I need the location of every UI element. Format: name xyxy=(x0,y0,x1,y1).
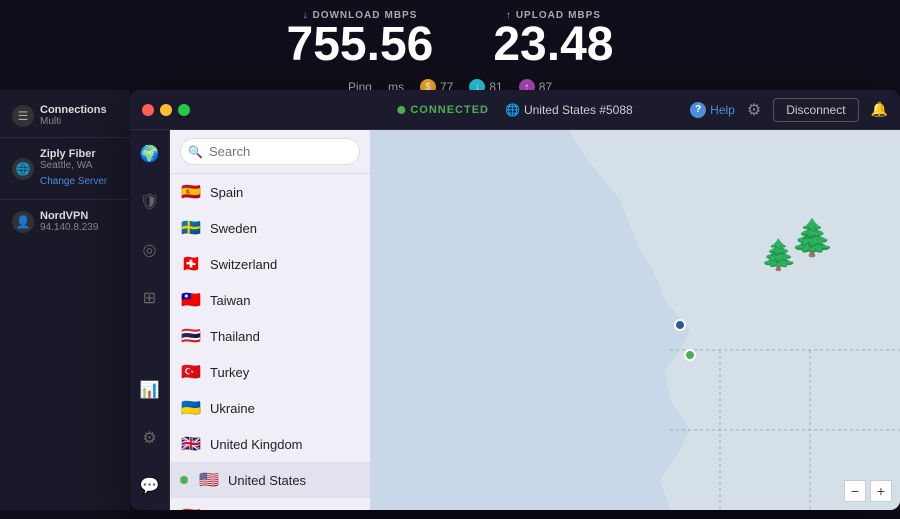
help-icon: ? xyxy=(690,102,706,118)
server-item[interactable]: 🇺🇦 Ukraine xyxy=(170,390,370,426)
country-name: Thailand xyxy=(210,329,260,344)
server-item[interactable]: 🇹🇼 Taiwan xyxy=(170,282,370,318)
upload-block: ↑ UPLOAD Mbps 23.48 xyxy=(493,10,613,69)
nav-help-icon[interactable]: 💬 xyxy=(136,472,164,500)
country-name: Turkey xyxy=(210,365,249,380)
server-panel: 🔍 🇪🇸 Spain 🇸🇪 Sweden 🇨🇭 Switzerland 🇹🇼 Taiwan 🇹🇭… xyxy=(170,130,370,510)
country-flag: 🇬🇧 xyxy=(180,433,202,455)
isp-sub: Seattle, WA xyxy=(40,160,107,171)
title-bar-center: CONNECTED 🌐 United States #5088 xyxy=(397,103,632,117)
traffic-lights xyxy=(142,104,190,116)
country-flag: 🇹🇼 xyxy=(180,289,202,311)
map-area: 🌲 🌲 − + xyxy=(370,130,900,510)
vpn-info: NordVPN 94.140.8.239 xyxy=(40,210,98,233)
country-name: Taiwan xyxy=(210,293,250,308)
connected-text: CONNECTED xyxy=(410,104,489,116)
nav-chart-icon[interactable]: 📊 xyxy=(136,376,164,404)
country-name: Vietnam xyxy=(210,509,257,511)
upload-value: 23.48 xyxy=(493,21,613,69)
search-wrapper: 🔍 xyxy=(180,138,360,165)
bell-icon[interactable]: 🔔 xyxy=(871,101,888,118)
change-server-link[interactable]: Change Server xyxy=(40,176,107,187)
vpn-label: NordVPN xyxy=(40,210,98,222)
connections-icon: ☰ xyxy=(12,105,34,127)
close-button[interactable] xyxy=(142,104,154,116)
nav-layers-icon[interactable]: ⊞ xyxy=(136,284,164,312)
help-button[interactable]: ? Help xyxy=(690,102,735,118)
nav-world-icon[interactable]: 🌍 xyxy=(136,140,164,168)
connections-label: Connections xyxy=(40,104,107,116)
nav-target-icon[interactable]: ◎ xyxy=(136,236,164,264)
country-flag: 🇸🇪 xyxy=(180,217,202,239)
isp-item[interactable]: 🌐 Ziply Fiber Seattle, WA Change Server xyxy=(0,142,130,195)
vpn-window: CONNECTED 🌐 United States #5088 ? Help ⚙… xyxy=(130,90,900,510)
server-list: 🇪🇸 Spain 🇸🇪 Sweden 🇨🇭 Switzerland 🇹🇼 Taiwan 🇹🇭 Th… xyxy=(170,174,370,510)
zoom-in-button[interactable]: + xyxy=(870,480,892,502)
globe-icon: 🌐 xyxy=(12,158,34,180)
globe-icon-small: 🌐 xyxy=(505,103,520,117)
connected-dot xyxy=(397,106,405,114)
country-name: Switzerland xyxy=(210,257,277,272)
nav-gear-icon[interactable]: ⚙ xyxy=(136,424,164,452)
map-pin-green xyxy=(685,350,695,360)
country-flag: 🇹🇷 xyxy=(180,361,202,383)
server-item[interactable]: 🇻🇳 Vietnam xyxy=(170,498,370,510)
server-item[interactable]: 🇸🇪 Sweden xyxy=(170,210,370,246)
isp-info: Ziply Fiber Seattle, WA Change Server xyxy=(40,148,107,189)
connected-badge: CONNECTED xyxy=(397,104,489,116)
country-name: United Kingdom xyxy=(210,437,303,452)
search-magnifier-icon: 🔍 xyxy=(188,145,203,159)
speed-row: ↓ DOWNLOAD Mbps 755.56 ↑ UPLOAD Mbps 23.… xyxy=(287,10,614,69)
disconnect-button[interactable]: Disconnect xyxy=(773,98,858,122)
connections-info: Connections Multi xyxy=(40,104,107,127)
search-input[interactable] xyxy=(180,138,360,165)
server-item[interactable]: 🇺🇸 United States xyxy=(170,462,370,498)
vpn-ip: 94.140.8.239 xyxy=(40,222,98,233)
country-name: Ukraine xyxy=(210,401,255,416)
country-name: Spain xyxy=(210,185,243,200)
zoom-out-button[interactable]: − xyxy=(844,480,866,502)
country-flag: 🇺🇸 xyxy=(198,469,220,491)
settings-icon[interactable]: ⚙ xyxy=(747,100,761,120)
minimize-button[interactable] xyxy=(160,104,172,116)
connections-item[interactable]: ☰ Connections Multi xyxy=(0,98,130,133)
main-content: 🌍 🛡 ◎ ⊞ 📊 ⚙ 💬 🔍 🇪🇸 Spain 🇸🇪 Sweden 🇨🇭 Switzer… xyxy=(130,130,900,510)
country-flag: 🇻🇳 xyxy=(180,505,202,510)
map-controls: − + xyxy=(844,480,892,502)
server-name-text: United States #5088 xyxy=(524,103,633,117)
user-icon: 👤 xyxy=(12,211,34,233)
server-item[interactable]: 🇹🇭 Thailand xyxy=(170,318,370,354)
country-flag: 🇨🇭 xyxy=(180,253,202,275)
country-name: United States xyxy=(228,473,306,488)
server-item[interactable]: 🇨🇭 Switzerland xyxy=(170,246,370,282)
active-indicator xyxy=(180,476,188,484)
country-flag: 🇹🇭 xyxy=(180,325,202,347)
server-item[interactable]: 🇬🇧 United Kingdom xyxy=(170,426,370,462)
map-pin-blue xyxy=(675,320,685,330)
map-svg: 🌲 🌲 xyxy=(370,130,900,510)
isp-label: Ziply Fiber xyxy=(40,148,107,160)
server-item[interactable]: 🇪🇸 Spain xyxy=(170,174,370,210)
icon-nav: 🌍 🛡 ◎ ⊞ 📊 ⚙ 💬 xyxy=(130,130,170,510)
tree-icon-2: 🌲 xyxy=(790,217,835,258)
nav-shield-icon[interactable]: 🛡 xyxy=(136,188,164,216)
title-bar: CONNECTED 🌐 United States #5088 ? Help ⚙… xyxy=(130,90,900,130)
country-name: Sweden xyxy=(210,221,257,236)
title-bar-right: ? Help ⚙ Disconnect 🔔 xyxy=(690,98,888,122)
download-block: ↓ DOWNLOAD Mbps 755.56 xyxy=(287,10,434,69)
help-text: Help xyxy=(710,103,735,117)
connections-sub: Multi xyxy=(40,116,107,127)
server-name-display: 🌐 United States #5088 xyxy=(505,103,633,117)
country-flag: 🇪🇸 xyxy=(180,181,202,203)
country-flag: 🇺🇦 xyxy=(180,397,202,419)
user-sidebar: ☰ Connections Multi 🌐 Ziply Fiber Seattl… xyxy=(0,90,130,510)
download-value: 755.56 xyxy=(287,21,434,69)
vpn-item[interactable]: 👤 NordVPN 94.140.8.239 xyxy=(0,204,130,239)
server-item[interactable]: 🇹🇷 Turkey xyxy=(170,354,370,390)
search-box: 🔍 xyxy=(170,130,370,174)
maximize-button[interactable] xyxy=(178,104,190,116)
